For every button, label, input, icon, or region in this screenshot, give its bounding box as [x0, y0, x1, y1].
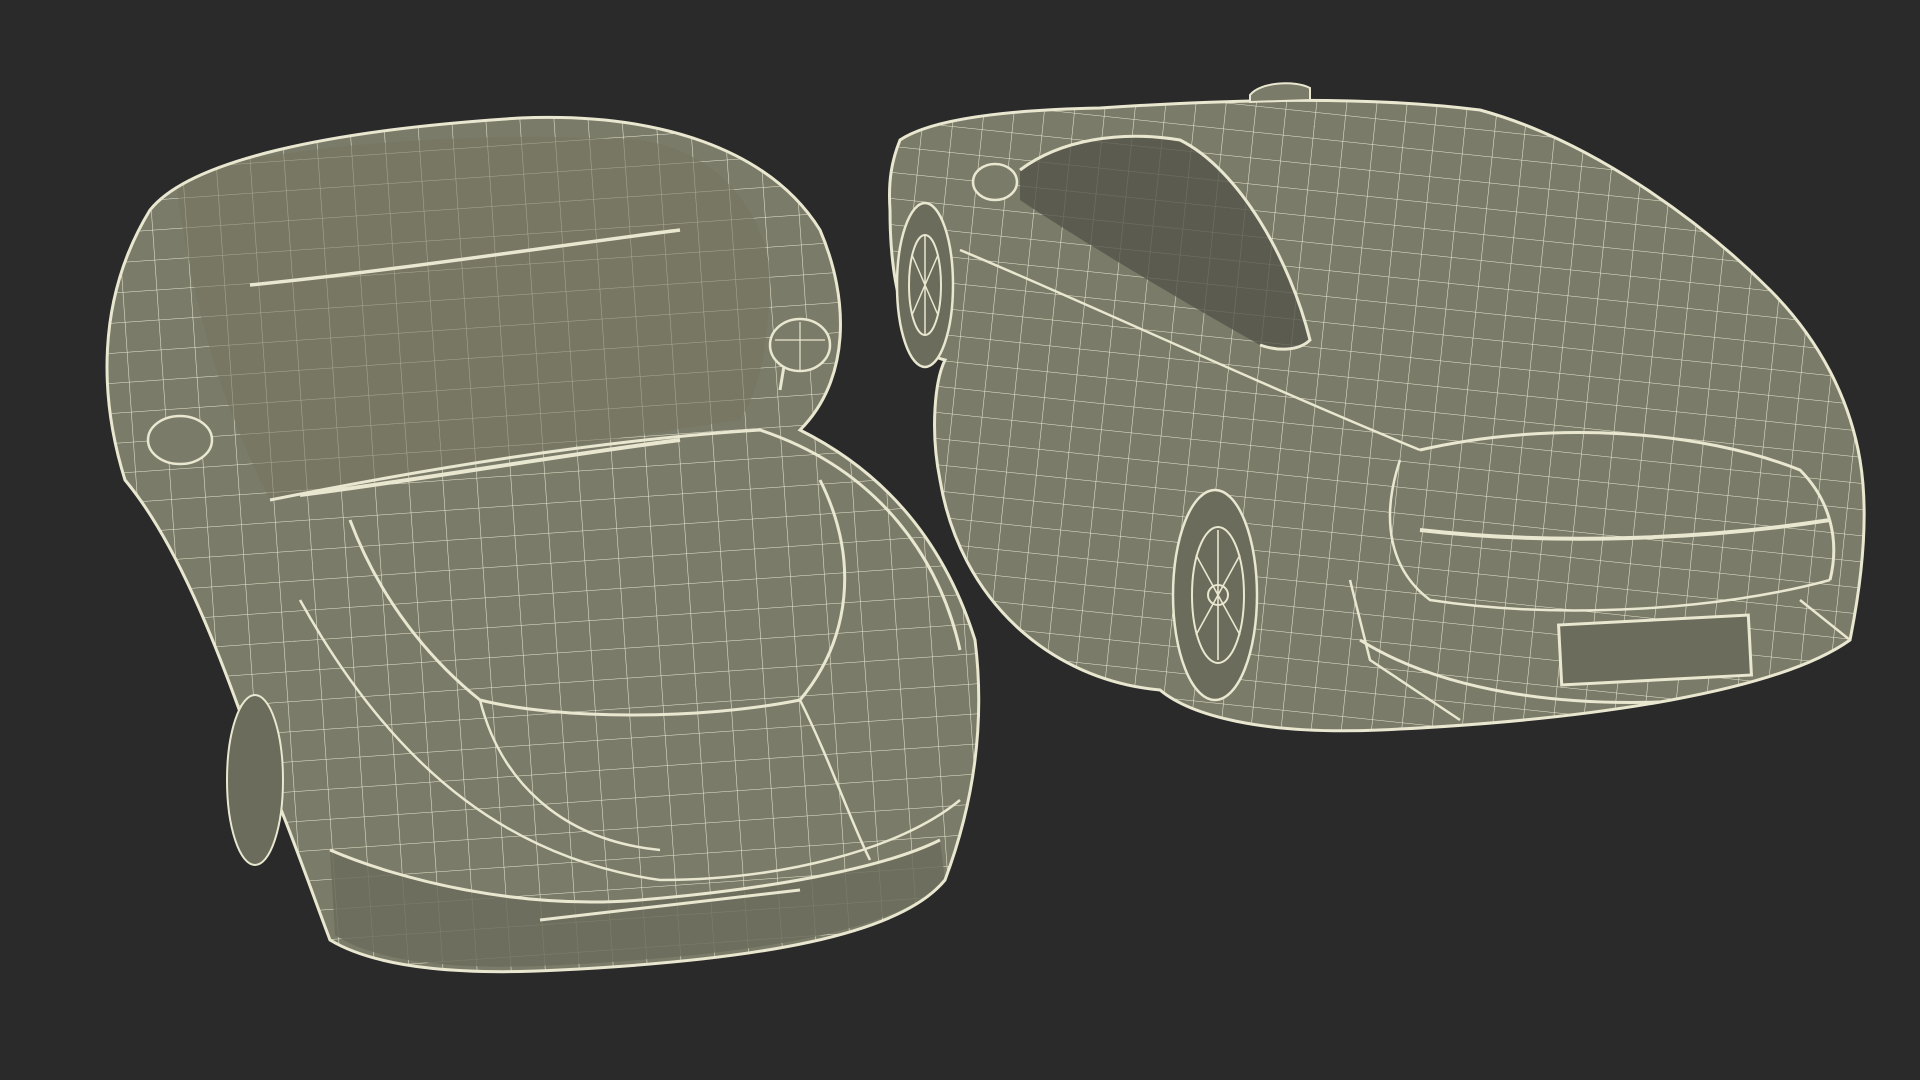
car-front-view [105, 115, 981, 974]
car-b-mirror [971, 162, 1019, 202]
car-rear-view [888, 82, 1866, 733]
wireframe-render [105, 82, 1866, 974]
car-a-wheel [226, 694, 284, 866]
render-viewport [0, 0, 1920, 1080]
car-b-antenna [1249, 82, 1311, 104]
car-b-rear-wheel [1171, 488, 1259, 702]
car-b-license-plate [1556, 613, 1754, 687]
car-a-left-mirror [146, 414, 214, 466]
car-b-front-wheel [895, 201, 955, 369]
